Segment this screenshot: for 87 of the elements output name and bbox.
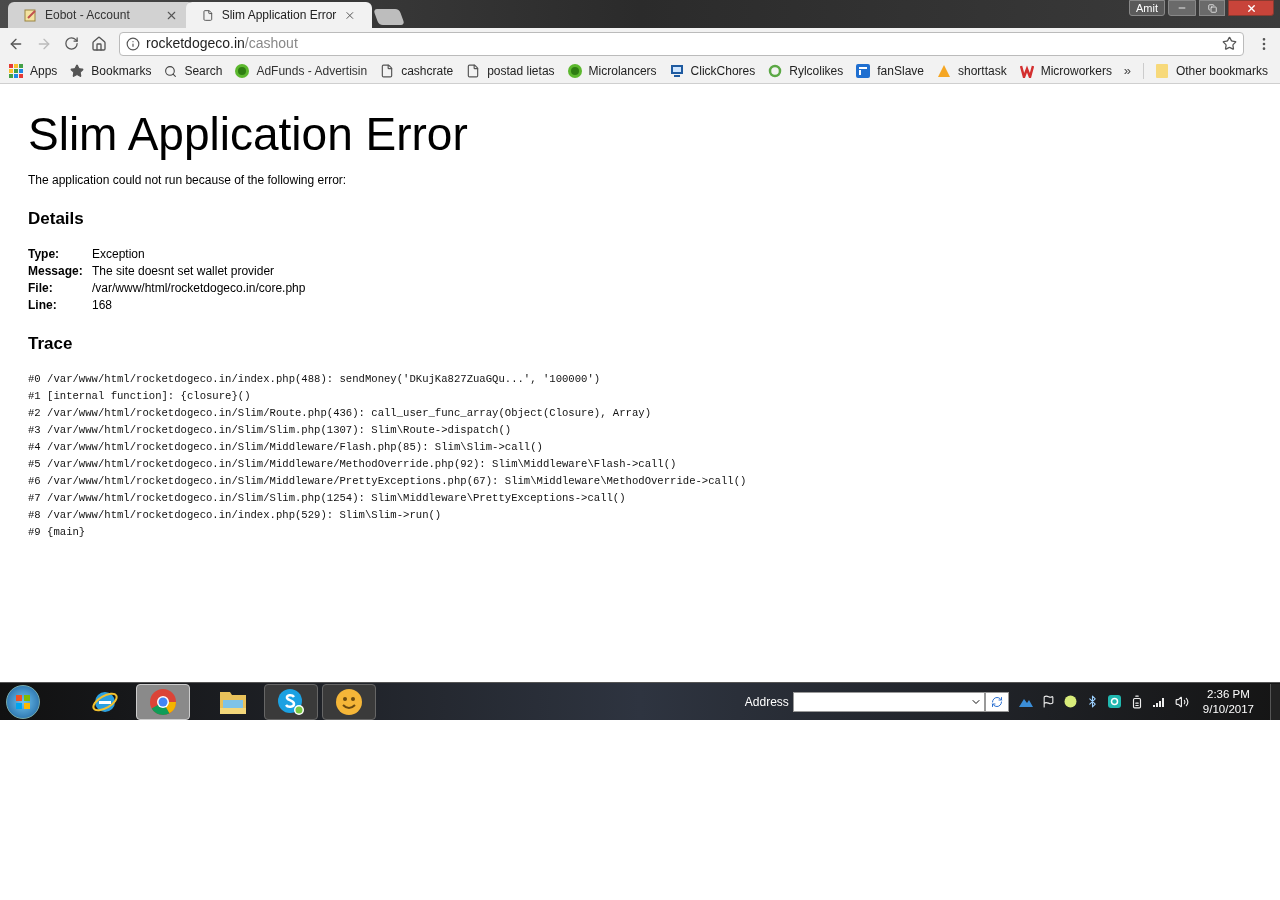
apps-grid-icon [9, 64, 23, 78]
trace-line: #0 /var/www/html/rocketdogeco.in/index.php(488): sendMoney('DKujKa827ZuaGQu...', '100000') [28, 372, 602, 387]
flag-icon [1041, 695, 1055, 708]
bookmark-item[interactable]: Microlancers [567, 62, 657, 80]
e-badge-icon [1107, 695, 1121, 708]
detail-value: The site doesnt set wallet provider [92, 262, 275, 280]
detail-label: Message: [28, 262, 84, 280]
restore-button[interactable] [1199, 0, 1225, 16]
go-arrows-icon [990, 695, 1003, 708]
trace-line: #4 /var/www/html/rocketdogeco.in/Slim/Middleware/Flash.php(85): Slim\Slim->call() [28, 440, 544, 455]
bookmark-item[interactable]: shorttask [937, 62, 1007, 80]
trace-line: #7 /var/www/html/rocketdogeco.in/Slim/Slim.php(1254): Slim\Middleware\PrettyExceptions->call() [28, 491, 627, 506]
bookmark-item[interactable]: postad lietas [466, 62, 555, 80]
start-button[interactable] [6, 684, 40, 719]
detail-value: Exception [92, 245, 145, 263]
windows-logo-icon [15, 693, 31, 710]
trace-line: #1 [internal function]: {closure}() [28, 389, 252, 404]
detail-value: /var/www/html/rocketdogeco.in/core.php [92, 279, 306, 297]
url-host: rocketdogeco.in [146, 34, 245, 53]
restore-icon [1207, 3, 1217, 13]
chrome-logo-icon [149, 687, 177, 716]
more-bookmarks-button[interactable]: » [1123, 61, 1131, 81]
bookmark-item[interactable]: Rylcolikes [768, 62, 844, 80]
bookmark-item[interactable]: Bookmarks [70, 62, 152, 80]
trace-line: #8 /var/www/html/rocketdogeco.in/index.php(529): Slim\Slim->run() [28, 508, 443, 523]
taskbar-app-button[interactable] [322, 683, 376, 720]
bookmark-item[interactable]: Search [164, 62, 223, 80]
address-input[interactable] [792, 691, 985, 712]
bookmark-item[interactable]: Apps [9, 62, 58, 80]
tab-title: Slim Application Error [221, 7, 337, 24]
s-logo-icon [277, 687, 305, 716]
address-toolbar-label: Address [744, 693, 789, 711]
search-icon [164, 64, 178, 78]
bookmark-item[interactable]: ClickChores [669, 62, 756, 80]
clock[interactable]: 2:36 PM 9/10/2017 [1202, 686, 1254, 717]
clock-date: 9/10/2017 [1202, 701, 1254, 717]
detail-value: 168 [92, 296, 113, 314]
w-logo-icon [1019, 64, 1034, 78]
address-bar[interactable]: rocketdogeco.in/cashout [119, 31, 1244, 56]
bookmark-item[interactable]: Microworkers [1019, 62, 1112, 80]
blob-icon [1063, 695, 1077, 708]
show-desktop-button[interactable] [1270, 683, 1280, 720]
intro-text: The application could not run because of the following error: [28, 172, 348, 189]
taskbar-app-button[interactable] [264, 683, 318, 720]
page-title: Slim Application Error [28, 107, 469, 162]
trace-line: #2 /var/www/html/rocketdogeco.in/Slim/Route.php(436): call_user_func_array(Object(Closure), Array) [28, 406, 652, 421]
detail-label: Line: [28, 296, 58, 314]
smiley-icon [335, 687, 363, 716]
trace-heading: Trace [28, 332, 74, 355]
detail-label: Type: [28, 245, 61, 263]
monitor-icon [669, 64, 684, 78]
detail-label: File: [28, 279, 54, 297]
profile-button[interactable]: Amit [1129, 0, 1165, 16]
page-icon [380, 64, 395, 78]
close-icon [1245, 2, 1257, 14]
volume-icon [1174, 694, 1189, 709]
details-heading: Details [28, 208, 85, 230]
new-tab-button[interactable] [373, 9, 405, 25]
home-icon[interactable] [91, 35, 107, 52]
coin-icon [567, 64, 582, 78]
page-edit-icon [24, 8, 37, 22]
ring-icon [768, 64, 783, 78]
url-path: /cashout [244, 34, 299, 53]
bookmark-item[interactable]: cashcrate [380, 62, 454, 80]
tab-title: Eobot - Account [45, 7, 131, 24]
other-bookmarks-item[interactable]: Other bookmarks [1155, 62, 1268, 80]
page-icon [202, 8, 214, 22]
bookmark-item[interactable]: AdFunds - Advertisin [235, 62, 368, 80]
trace-line: #6 /var/www/html/rocketdogeco.in/Slim/Middleware/PrettyExceptions.php(67): Slim\Middleware\MethodOverride->call() [28, 474, 748, 489]
trace-line: #5 /var/www/html/rocketdogeco.in/Slim/Middleware/MethodOverride.php(92): Slim\Middleware\Flash->call() [28, 457, 678, 472]
browser-tab[interactable]: Slim Application Error [186, 2, 372, 28]
page-icon [466, 64, 481, 78]
trace-line: #3 /var/www/html/rocketdogeco.in/Slim/Slim.php(1307): Slim\Route->dispatch() [28, 423, 513, 438]
bookmark-star-icon[interactable] [1222, 36, 1237, 51]
coin-icon [235, 64, 250, 78]
close-window-button[interactable] [1228, 0, 1274, 16]
info-icon[interactable] [126, 36, 140, 51]
go-button[interactable] [984, 691, 1009, 712]
trace-line: #9 {main} [28, 525, 87, 540]
star-icon [70, 64, 85, 78]
clock-time: 2:36 PM [1207, 686, 1250, 702]
reload-icon[interactable] [64, 36, 79, 51]
square-logo-icon [856, 64, 871, 78]
triangle-icon [937, 64, 951, 78]
folder-icon [1155, 64, 1168, 78]
signal-icon [1152, 696, 1166, 707]
bookmark-item[interactable]: fanSlave [856, 62, 924, 80]
